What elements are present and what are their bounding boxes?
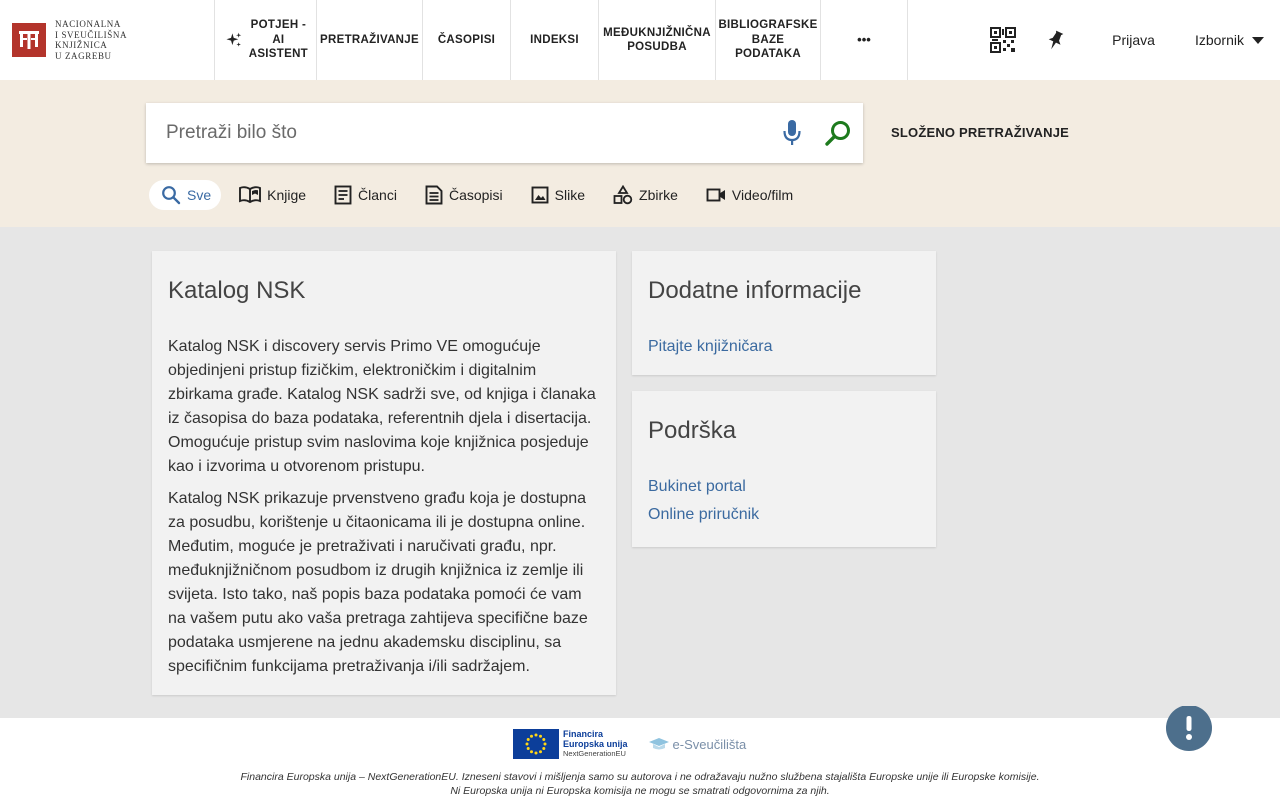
support-card: Podrška Bukinet portal Online priručnik [632, 391, 936, 547]
advanced-search-link[interactable]: SLOŽENO PRETRAŽIVANJE [891, 125, 1069, 140]
library-logo[interactable]: NACIONALNA I SVEUČILIŠNA KNJIŽNICA U ZAG… [0, 0, 214, 80]
qr-code-button[interactable] [990, 27, 1017, 53]
ask-librarian-link[interactable]: Pitajte knjižničara [648, 331, 920, 363]
scope-label: Zbirke [639, 187, 678, 203]
footer: Financira Europska unija NextGenerationE… [0, 718, 1280, 800]
scope-label: Video/film [731, 187, 794, 203]
nav-casopisi[interactable]: ČASOPISI [422, 0, 510, 80]
scope-video-film[interactable]: Video/film [696, 180, 803, 210]
e-sveucilista-label: e-Sveučilišta [672, 736, 747, 752]
search-box [146, 103, 863, 163]
nav-bibliografske-baze[interactable]: BIBLIOGRAFSKE BAZE PODATAKA [715, 0, 820, 80]
scope-sve[interactable]: Sve [149, 180, 222, 210]
graduation-cap-icon [648, 738, 669, 750]
scope-casopisi[interactable]: Časopisi [415, 180, 513, 210]
eu-text-line: Europska unija [563, 739, 628, 749]
nav-medjuknjiznicna-posudba[interactable]: MEĐUKNJIŽNIČNA POSUDBA [598, 0, 715, 80]
image-icon [531, 186, 549, 204]
video-icon [706, 188, 725, 202]
scope-label: Slike [554, 187, 586, 203]
search-icon [162, 186, 181, 205]
scope-label: Sve [187, 187, 212, 203]
search-input[interactable] [146, 103, 769, 163]
book-icon [239, 186, 262, 204]
journal-icon [425, 185, 443, 205]
search-icon [825, 121, 850, 146]
more-icon: ••• [857, 31, 871, 47]
scope-label: Knjige [267, 187, 307, 203]
pin-button[interactable] [1042, 27, 1068, 53]
menu-label: Izbornik [1194, 32, 1244, 48]
eu-flag-icon [513, 729, 559, 759]
scope-zbirke[interactable]: Zbirke [603, 180, 688, 210]
collection-icon [613, 185, 633, 205]
logo-mark-icon [12, 23, 46, 57]
feedback-button[interactable] [1165, 705, 1213, 754]
search-submit-button[interactable] [815, 103, 861, 163]
nav-pretrazivanje[interactable]: PRETRAŽIVANJE [316, 0, 422, 80]
search-band: SLOŽENO PRETRAŽIVANJE Sve Knjige [0, 80, 1280, 227]
microphone-icon [783, 120, 801, 145]
footer-disclaimer: Financira Europska unija – NextGeneratio… [0, 770, 1280, 798]
main-nav: POTJEH - AI ASISTENT PRETRAŽIVANJE ČASOP… [214, 0, 908, 80]
eu-text-line: Financira [563, 729, 604, 739]
katalog-paragraph: Katalog NSK i discovery servis Primo VE … [168, 338, 596, 475]
eu-text-line: NextGenerationEU [563, 749, 626, 758]
scope-slike[interactable]: Slike [521, 180, 595, 210]
support-title: Podrška [648, 417, 737, 444]
disclaimer-line: Ni Europska unija ni Europska komisija n… [450, 785, 830, 797]
header-tools: Prijava Izbornik [990, 0, 1280, 80]
menu-button[interactable]: Izbornik [1195, 32, 1264, 48]
scope-knjige[interactable]: Knjige [229, 180, 316, 210]
login-link[interactable]: Prijava [1112, 32, 1155, 48]
funding-logos: Financira Europska unija NextGenerationE… [513, 729, 746, 759]
article-icon [334, 185, 352, 205]
katalog-paragraph: Katalog NSK prikazuje prvenstveno građu … [168, 490, 588, 675]
additional-info-title: Dodatne informacije [648, 277, 862, 304]
feedback-icon [1166, 705, 1212, 751]
online-manual-link[interactable]: Online priručnik [648, 499, 920, 531]
search-scopes: Sve Knjige Članci Časopisi Slike Zbirke … [149, 180, 811, 210]
voice-search-button[interactable] [769, 103, 815, 163]
nav-indeksi[interactable]: INDEKSI [510, 0, 598, 80]
katalog-title: Katalog NSK [168, 277, 306, 304]
nav-ai-assistant[interactable]: POTJEH - AI ASISTENT [214, 0, 316, 80]
e-sveucilista-logo: e-Sveučilišta [648, 736, 747, 752]
disclaimer-line: Financira Europska unija – NextGeneratio… [240, 771, 1040, 783]
eu-funding-logo: Financira Europska unija NextGenerationE… [513, 729, 628, 759]
logo-text: NACIONALNA I SVEUČILIŠNA KNJIŽNICA U ZAG… [55, 19, 128, 61]
sparkle-icon [226, 32, 242, 47]
scope-label: Članci [358, 187, 397, 203]
nav-more-button[interactable]: ••• [820, 0, 908, 80]
scope-clanci[interactable]: Članci [324, 180, 407, 210]
additional-info-card: Dodatne informacije Pitajte knjižničara [632, 251, 936, 375]
qr-code-icon [990, 27, 1017, 53]
top-bar: NACIONALNA I SVEUČILIŠNA KNJIŽNICA U ZAG… [0, 0, 1280, 80]
chevron-down-icon [1252, 37, 1264, 44]
katalog-card: Katalog NSK Katalog NSK i discovery serv… [152, 251, 616, 695]
scope-label: Časopisi [448, 187, 503, 203]
pin-icon [1048, 30, 1064, 50]
